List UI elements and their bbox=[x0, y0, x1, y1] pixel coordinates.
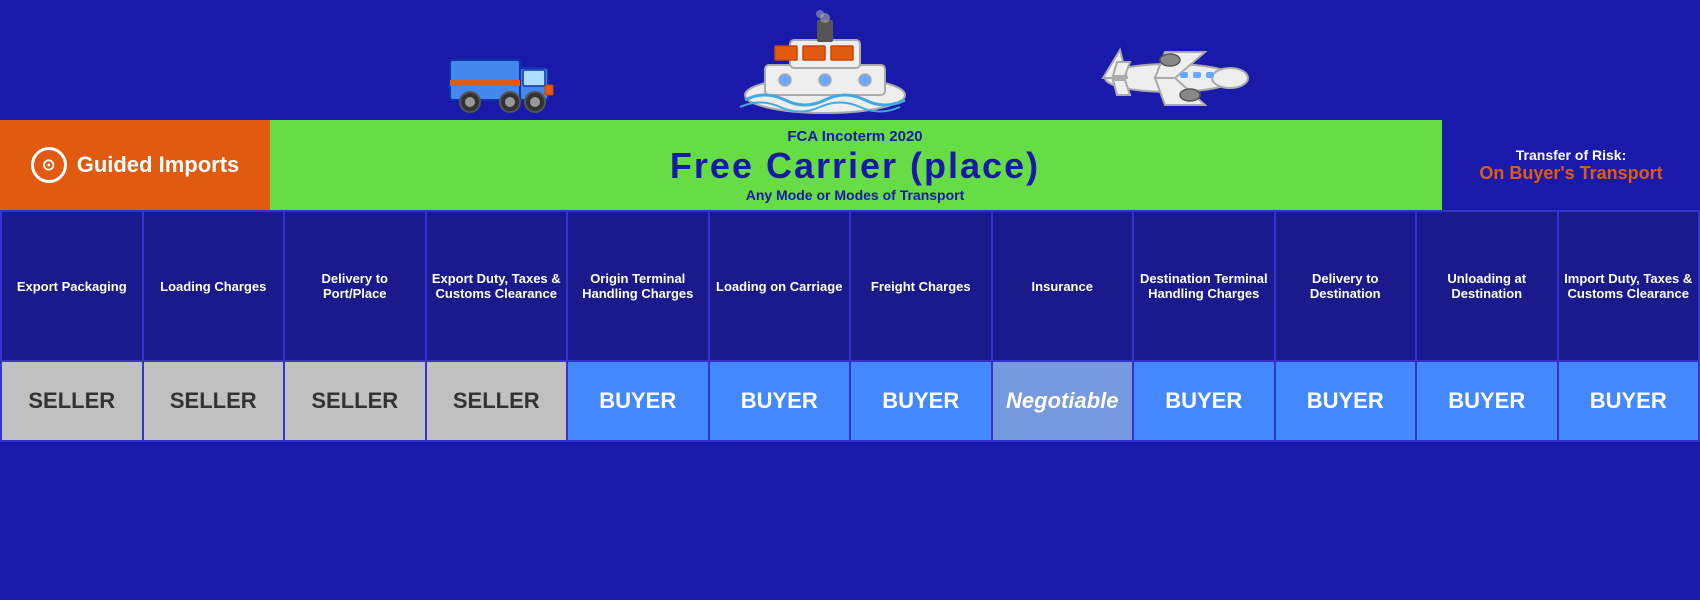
brand-section: ⊙ Guided Imports bbox=[0, 120, 270, 210]
ship-icon bbox=[735, 10, 915, 120]
icons-row bbox=[0, 0, 1700, 120]
party-import-duty: BUYER bbox=[1558, 361, 1700, 441]
party-origin-terminal: BUYER bbox=[567, 361, 709, 441]
header-delivery-to-destination: Delivery to Destination bbox=[1275, 211, 1417, 361]
risk-label: Transfer of Risk: bbox=[1516, 147, 1626, 163]
party-destination-terminal: BUYER bbox=[1133, 361, 1275, 441]
header-export-duty: Export Duty, Taxes & Customs Clearance bbox=[426, 211, 568, 361]
plane-icon bbox=[1095, 40, 1255, 120]
truck-icon bbox=[445, 30, 555, 120]
header-loading-charges: Loading Charges bbox=[143, 211, 285, 361]
table-party-row: SELLERSELLERSELLERSELLERBUYERBUYERBUYERN… bbox=[1, 361, 1699, 441]
header-delivery-to-port: Delivery to Port/Place bbox=[284, 211, 426, 361]
party-unloading-at-destination: BUYER bbox=[1416, 361, 1558, 441]
header-import-duty: Import Duty, Taxes & Customs Clearance bbox=[1558, 211, 1700, 361]
incoterm-label: FCA Incoterm 2020 bbox=[787, 128, 922, 145]
header-export-packaging: Export Packaging bbox=[1, 211, 143, 361]
risk-section: Transfer of Risk: On Buyer's Transport bbox=[1440, 120, 1700, 210]
incoterm-title: Free Carrier (place) bbox=[670, 145, 1040, 187]
risk-value: On Buyer's Transport bbox=[1479, 163, 1662, 184]
party-delivery-to-destination: BUYER bbox=[1275, 361, 1417, 441]
table-header-row: Export PackagingLoading ChargesDelivery … bbox=[1, 211, 1699, 361]
charges-table: Export PackagingLoading ChargesDelivery … bbox=[0, 210, 1700, 442]
party-loading-charges: SELLER bbox=[143, 361, 285, 441]
header-freight-charges: Freight Charges bbox=[850, 211, 992, 361]
brand-logo: ⊙ bbox=[31, 147, 67, 183]
incoterm-subtitle: Any Mode or Modes of Transport bbox=[746, 187, 965, 203]
table-container: Export PackagingLoading ChargesDelivery … bbox=[0, 210, 1700, 442]
header-insurance: Insurance bbox=[992, 211, 1134, 361]
header-unloading-at-destination: Unloading at Destination bbox=[1416, 211, 1558, 361]
header-bar: ⊙ Guided Imports FCA Incoterm 2020 Free … bbox=[0, 120, 1700, 210]
party-delivery-to-port: SELLER bbox=[284, 361, 426, 441]
title-section: FCA Incoterm 2020 Free Carrier (place) A… bbox=[270, 120, 1440, 210]
header-destination-terminal: Destination Terminal Handling Charges bbox=[1133, 211, 1275, 361]
brand-name: Guided Imports bbox=[77, 152, 240, 178]
party-export-packaging: SELLER bbox=[1, 361, 143, 441]
party-export-duty: SELLER bbox=[426, 361, 568, 441]
party-freight-charges: BUYER bbox=[850, 361, 992, 441]
header-loading-on-carriage: Loading on Carriage bbox=[709, 211, 851, 361]
party-insurance: Negotiable bbox=[992, 361, 1134, 441]
header-origin-terminal: Origin Terminal Handling Charges bbox=[567, 211, 709, 361]
party-loading-on-carriage: BUYER bbox=[709, 361, 851, 441]
